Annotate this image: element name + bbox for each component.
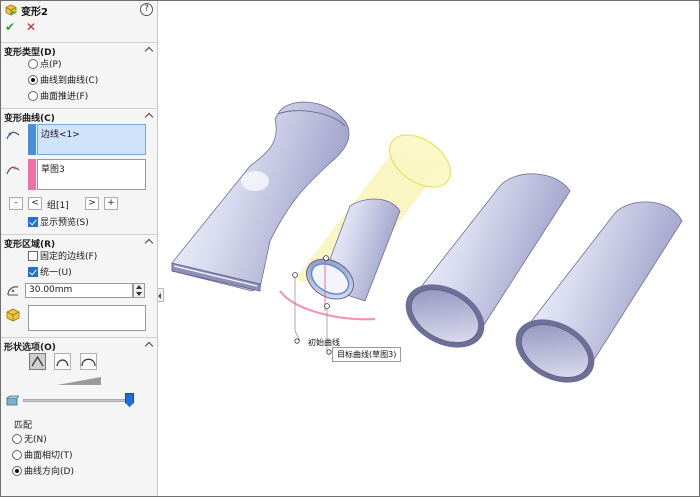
radio-match-curve-direction-label: 曲线方向(D) bbox=[24, 467, 74, 477]
radius-input[interactable]: 30.00mm bbox=[25, 283, 133, 298]
radio-match-curve-direction[interactable]: 曲线方向(D) bbox=[12, 466, 74, 479]
help-icon[interactable]: ? bbox=[140, 3, 153, 16]
section-deform-type-label: 变形类型(D) bbox=[4, 48, 56, 58]
radio-match-none-indicator[interactable] bbox=[12, 434, 22, 444]
callout-anchor-initial bbox=[294, 338, 300, 344]
radio-match-surface-tangent[interactable]: 曲面相切(T) bbox=[12, 450, 73, 463]
show-preview-checkbox[interactable]: 显示预览(S) bbox=[28, 217, 89, 230]
deformed-cylinder-body[interactable] bbox=[299, 198, 401, 307]
section-shape-options-header[interactable]: 形状选项(O) bbox=[1, 337, 157, 353]
match-label: 匹配 bbox=[14, 421, 33, 431]
radio-point-label: 点(P) bbox=[40, 60, 62, 70]
radio-surface-push[interactable]: 曲面推进(F) bbox=[28, 91, 88, 104]
section-shape-options-label: 形状选项(O) bbox=[4, 343, 56, 353]
fixed-edges-checkbox[interactable]: 固定的边线(F) bbox=[28, 251, 97, 264]
target-curve-icon bbox=[6, 166, 20, 175]
initial-curve-icon bbox=[6, 131, 20, 140]
uniform-checkbox[interactable]: 统一(U) bbox=[28, 267, 72, 280]
stiffness-max-icon bbox=[81, 358, 96, 367]
target-curve-listbox[interactable]: 草图3 bbox=[37, 159, 146, 190]
remove-group-button[interactable]: - bbox=[9, 197, 23, 210]
prev-group-button[interactable]: < bbox=[28, 197, 42, 210]
shape-accuracy-slider-thumb[interactable] bbox=[125, 393, 134, 407]
panel-title: 变形2 bbox=[21, 7, 48, 18]
spin-down-icon[interactable] bbox=[136, 292, 142, 296]
ok-button[interactable]: ✔ bbox=[5, 20, 15, 34]
radio-surface-push-label: 曲面推进(F) bbox=[40, 92, 89, 102]
group-label: 组[1] bbox=[47, 201, 69, 211]
stiffness-min-button[interactable] bbox=[29, 353, 46, 370]
fixed-edges-label: 固定的边线(F) bbox=[40, 252, 98, 262]
deform-feature-icon bbox=[5, 4, 17, 16]
show-preview-label: 显示预览(S) bbox=[40, 218, 89, 228]
radio-match-none-label: 无(N) bbox=[24, 435, 47, 445]
section-deform-curves-label: 变形曲线(C) bbox=[4, 114, 55, 124]
radio-match-surface-tangent-label: 曲面相切(T) bbox=[24, 451, 73, 461]
curve-handle-bottom[interactable] bbox=[324, 303, 330, 309]
section-deform-type-header[interactable]: 变形类型(D) bbox=[1, 42, 157, 58]
radius-icon bbox=[7, 286, 19, 296]
uniform-label: 统一(U) bbox=[40, 268, 72, 278]
collapse-chevron-icon[interactable] bbox=[144, 112, 154, 122]
collapse-chevron-icon[interactable] bbox=[144, 46, 154, 56]
stiffness-max-button[interactable] bbox=[80, 353, 97, 370]
radio-point-indicator[interactable] bbox=[28, 59, 38, 69]
stiffness-medium-button[interactable] bbox=[54, 353, 71, 370]
spin-up-icon[interactable] bbox=[136, 285, 142, 289]
radio-curve-to-curve-label: 曲线到曲线(C) bbox=[40, 76, 99, 86]
callout-leader-initial bbox=[294, 277, 301, 342]
radio-point[interactable]: 点(P) bbox=[28, 59, 61, 72]
ok-cancel-row: ✔ ✕ bbox=[1, 20, 157, 37]
uniform-indicator[interactable] bbox=[28, 267, 38, 277]
cancel-button[interactable]: ✕ bbox=[26, 20, 36, 34]
initial-curve-listbox[interactable]: 边线<1> bbox=[37, 124, 146, 155]
fixed-bodies-listbox[interactable] bbox=[28, 305, 146, 331]
add-group-button[interactable]: + bbox=[104, 197, 118, 210]
show-preview-indicator[interactable] bbox=[28, 217, 38, 227]
shape-accuracy-icon bbox=[6, 395, 19, 406]
property-manager-panel: 变形2 ? ✔ ✕ 变形类型(D) 点(P) 曲线到曲线(C) 曲面推进(F) … bbox=[1, 1, 158, 496]
radio-match-curve-direction-indicator[interactable] bbox=[12, 466, 22, 476]
radio-curve-to-curve-indicator[interactable] bbox=[28, 75, 38, 85]
callout-anchor-target bbox=[326, 349, 332, 355]
section-deform-region-header[interactable]: 变形区域(R) bbox=[1, 234, 157, 250]
stiffness-medium-icon bbox=[56, 359, 69, 367]
model-view bbox=[171, 101, 683, 383]
fixed-body-icon bbox=[6, 308, 20, 322]
target-curve-color-swatch bbox=[28, 159, 36, 190]
collapse-chevron-icon[interactable] bbox=[144, 341, 154, 351]
radio-match-none[interactable]: 无(N) bbox=[12, 434, 47, 447]
target-curve-item[interactable]: 草图3 bbox=[41, 165, 65, 175]
section-deform-curves-header[interactable]: 变形曲线(C) bbox=[1, 108, 157, 124]
initial-curve-color-swatch bbox=[28, 124, 36, 155]
section-deform-region-label: 变形区域(R) bbox=[4, 240, 56, 250]
graphics-viewport[interactable]: 初始曲线 目标曲线(草图3) bbox=[160, 1, 699, 496]
radio-surface-push-indicator[interactable] bbox=[28, 91, 38, 101]
radio-match-surface-tangent-indicator[interactable] bbox=[12, 450, 22, 460]
stiffness-min-icon bbox=[31, 355, 44, 367]
radius-value[interactable]: 30.00mm bbox=[29, 285, 72, 295]
collapse-chevron-icon[interactable] bbox=[144, 238, 154, 248]
target-curve-callout[interactable]: 目标曲线(草图3) bbox=[332, 347, 402, 362]
accuracy-wedge-icon bbox=[57, 377, 101, 385]
shape-accuracy-slider-track[interactable] bbox=[23, 399, 133, 402]
radius-spinner[interactable] bbox=[133, 283, 145, 298]
panel-title-bar: 变形2 ? bbox=[1, 1, 157, 19]
radio-curve-to-curve[interactable]: 曲线到曲线(C) bbox=[28, 75, 98, 88]
fixed-edges-indicator[interactable] bbox=[28, 251, 38, 261]
initial-curve-item[interactable]: 边线<1> bbox=[41, 130, 80, 140]
next-group-button[interactable]: > bbox=[85, 197, 99, 210]
curve-handle-left[interactable] bbox=[292, 272, 298, 278]
curve-handle-top[interactable] bbox=[323, 255, 329, 261]
